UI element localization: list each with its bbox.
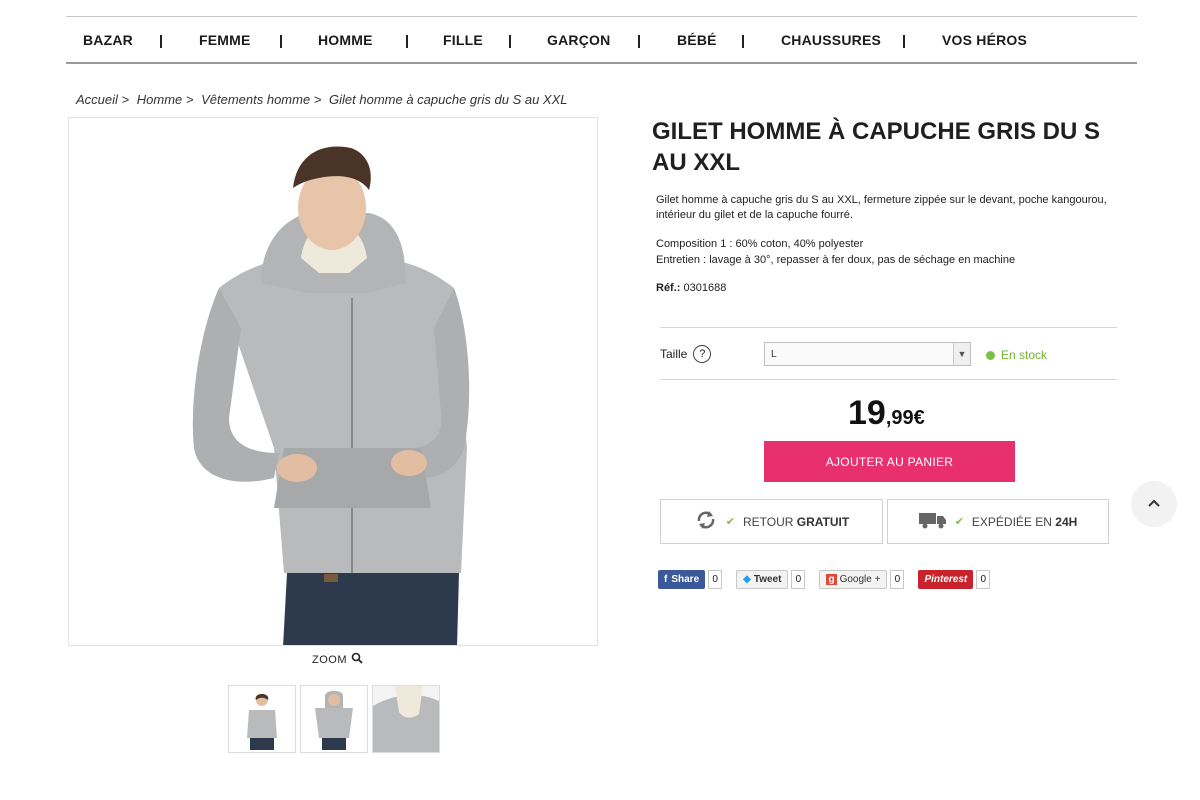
breadcrumb: Accueil > Homme > Vêtements homme > Gile… (76, 92, 572, 107)
pinterest-button[interactable]: Pinterest (918, 570, 974, 589)
stock-status: En stock (986, 348, 1047, 362)
size-label: Taille (660, 347, 688, 361)
google-plus-button[interactable]: g Google + (819, 570, 888, 589)
return-bold: GRATUIT (796, 514, 850, 529)
product-title: GILET HOMME À CAPUCHE GRIS DU S AU XXL (652, 118, 1101, 176)
nav-item-bebe[interactable]: BÉBÉ (677, 32, 717, 48)
search-icon (351, 652, 363, 667)
tweet-label: Tweet (753, 574, 782, 585)
stock-dot-icon (986, 350, 995, 360)
nav-item-fille[interactable]: FILLE (443, 32, 483, 48)
chevron-down-icon: ▼ (953, 343, 970, 365)
ship-bold: 24H (1055, 514, 1078, 529)
facebook-share: f Share 0 (658, 570, 723, 589)
nav-separator (160, 35, 162, 48)
size-select[interactable]: L ▼ (764, 342, 971, 366)
thumbnail-front[interactable] (228, 685, 296, 753)
return-label: RETOUR (742, 514, 794, 529)
nav-separator (742, 35, 744, 48)
thumbnail-hood-up[interactable] (300, 685, 368, 753)
price-integer: 19 (848, 394, 886, 432)
chevron-up-icon (1147, 495, 1161, 513)
pinterest-count: 0 (976, 570, 991, 589)
product-care: Entretien : lavage à 30°, repasser à fer… (656, 254, 1016, 266)
nav-separator (280, 35, 282, 48)
product-photo-illustration (69, 118, 597, 645)
stock-label: En stock (1001, 348, 1048, 362)
nav-item-femme[interactable]: FEMME (199, 32, 251, 48)
scroll-to-top-button[interactable] (1131, 481, 1177, 527)
social-share-bar: f Share 0 ◆ Tweet 0 g Google + 0 Pinterest … (658, 570, 991, 589)
product-price: 19,99€ (848, 394, 925, 433)
nav-separator (509, 35, 511, 48)
reference-label: Réf.: (656, 282, 681, 294)
google-share: g Google + 0 (819, 570, 905, 589)
size-select-value: L (771, 349, 777, 360)
google-plus-label: Google + (839, 574, 881, 585)
breadcrumb-current: Gilet homme à capuche gris du S au XXL (329, 92, 568, 107)
twitter-share: ◆ Tweet 0 (736, 570, 806, 589)
google-icon: g (826, 574, 837, 585)
truck-icon (918, 511, 947, 532)
pinterest-share: Pinterest 0 (918, 570, 991, 589)
check-icon: ✔ (725, 516, 735, 528)
nav-item-homme[interactable]: HOMME (318, 32, 373, 48)
breadcrumb-home[interactable]: Accueil > (76, 92, 129, 107)
shipping-text: EXPÉDIÉE EN 24H (972, 515, 1077, 529)
price-decimal: ,99€ (885, 407, 925, 429)
reference-value: 0301688 (683, 282, 727, 294)
google-plus-count: 0 (890, 570, 905, 589)
facebook-share-count: 0 (708, 570, 723, 589)
zoom-button[interactable]: ZOOM (312, 652, 363, 667)
twitter-bird-icon: ◆ (743, 574, 751, 585)
refresh-icon (694, 509, 718, 534)
nav-item-bazar[interactable]: BAZAR (83, 32, 133, 48)
ship-label: EXPÉDIÉE EN (971, 514, 1052, 529)
nav-item-chaussures[interactable]: CHAUSSURES (781, 32, 881, 48)
product-description: Gilet homme à capuche gris du S au XXL, … (656, 194, 1107, 221)
check-icon: ✔ (954, 516, 964, 528)
nav-item-vos-heros[interactable]: VOS HÉROS (942, 32, 1027, 48)
thumbnail-strip (228, 685, 440, 753)
shipping-box: ✔ EXPÉDIÉE EN 24H (887, 499, 1109, 544)
tweet-button[interactable]: ◆ Tweet (736, 570, 789, 589)
product-composition-block: Composition 1 : 60% coton, 40% polyester… (656, 236, 1126, 268)
breadcrumb-homme[interactable]: Homme > (137, 92, 194, 107)
size-label-group: Taille ? (660, 345, 712, 363)
facebook-share-button[interactable]: f Share (658, 570, 706, 589)
product-reference: Réf.: 0301688 (656, 282, 726, 294)
size-option-row: Taille ? L ▼ En stock (660, 327, 1117, 380)
thumbnail-detail[interactable] (372, 685, 440, 753)
nav-separator (406, 35, 408, 48)
question-mark-icon[interactable]: ? (693, 345, 712, 363)
free-return-text: RETOUR GRATUIT (743, 515, 849, 529)
nav-item-garcon[interactable]: GARÇON (547, 32, 610, 48)
nav-separator (903, 35, 905, 48)
product-main-image[interactable] (68, 117, 598, 646)
free-return-box: ✔ RETOUR GRATUIT (660, 499, 883, 544)
facebook-share-label: Share (671, 574, 700, 585)
breadcrumb-vetements-homme[interactable]: Vêtements homme > (201, 92, 321, 107)
facebook-icon: f (664, 574, 668, 585)
top-navigation: BAZAR FEMME HOMME FILLE GARÇON BÉBÉ CHAU… (66, 16, 1137, 64)
add-to-cart-button[interactable]: AJOUTER AU PANIER (764, 441, 1015, 482)
zoom-label: ZOOM (312, 653, 347, 666)
tweet-count: 0 (791, 570, 806, 589)
product-composition: Composition 1 : 60% coton, 40% polyester (656, 238, 864, 250)
nav-separator (638, 35, 640, 48)
